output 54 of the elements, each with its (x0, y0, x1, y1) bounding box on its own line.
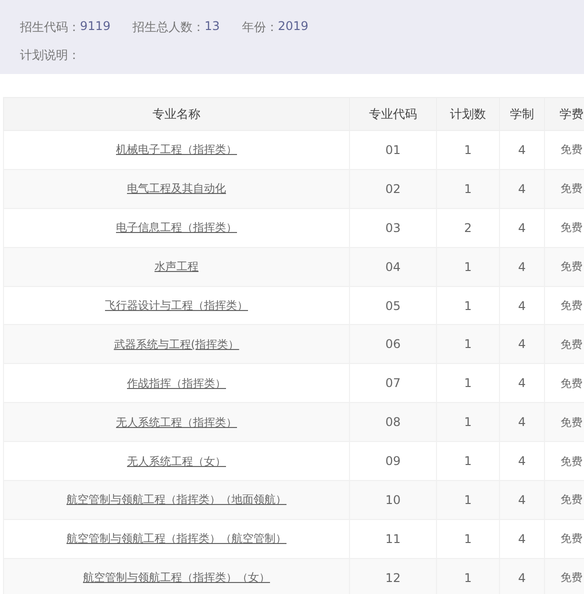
field-value: 2019 (278, 18, 308, 34)
column-header: 专业代码 (350, 98, 436, 130)
table-cell: 1 (436, 130, 500, 170)
table-cell: 1 (436, 480, 500, 520)
column-header: 专业名称 (4, 98, 350, 130)
column-header: 学费 (544, 98, 584, 130)
table-cell: 1 (436, 247, 500, 286)
table-cell: 1 (436, 169, 500, 208)
column-header: 学制 (500, 98, 544, 130)
table-cell: 02 (350, 169, 436, 208)
major-link[interactable]: 武器系统与工程(指挥类） (114, 338, 240, 351)
table-cell: 1 (436, 519, 500, 558)
table-cell: 10 (350, 480, 436, 520)
table-cell: 2 (436, 208, 500, 248)
table-cell: 1 (436, 402, 500, 442)
major-link[interactable]: 作战指挥（指挥类） (127, 376, 226, 390)
major-link[interactable]: 电气工程及其自动化 (127, 182, 226, 196)
major-link[interactable]: 机械电子工程（指挥类） (116, 143, 237, 156)
table-cell: 04 (350, 247, 436, 286)
table-cell: 4 (500, 208, 544, 248)
table-cell: 12 (350, 558, 436, 594)
major-link[interactable]: 电子信息工程（指挥类） (116, 221, 237, 234)
table-cell: 免费 (544, 480, 584, 520)
major-link[interactable]: 水声工程 (154, 260, 198, 274)
table-cell: 免费 (544, 324, 584, 364)
table-cell: 4 (500, 130, 544, 170)
table-cell: 免费 (544, 247, 584, 286)
table-cell: 免费 (544, 169, 584, 208)
field-label: 招生总人数： (132, 18, 205, 36)
table-cell: 免费 (544, 402, 584, 442)
major-link[interactable]: 无人系统工程（指挥类） (116, 416, 237, 429)
table-cell: 4 (500, 480, 544, 520)
plan-note-label: 计划说明： (20, 46, 80, 64)
table-cell: 4 (500, 402, 544, 442)
table-cell: 03 (350, 208, 436, 248)
field-value: 9119 (80, 18, 111, 34)
table-cell: 4 (500, 324, 544, 364)
table-cell: 4 (500, 519, 544, 558)
field-label: 年份： (242, 18, 278, 36)
field-value: 13 (204, 18, 220, 34)
table-cell: 4 (500, 558, 544, 594)
table-cell: 1 (436, 558, 500, 594)
table-cell: 4 (500, 169, 544, 208)
table-cell: 01 (350, 130, 436, 170)
table-cell: 免费 (544, 558, 584, 594)
table-cell: 08 (350, 402, 436, 442)
table-cell: 1 (436, 324, 500, 364)
field-label: 招生代码： (20, 18, 80, 36)
table-cell: 11 (350, 519, 436, 558)
table-cell: 06 (350, 324, 436, 364)
major-link[interactable]: 无人系统工程（女） (127, 454, 226, 468)
major-link[interactable]: 飞行器设计与工程（指挥类） (105, 299, 248, 312)
table-cell: 4 (500, 247, 544, 286)
column-header: 计划数 (436, 98, 500, 130)
